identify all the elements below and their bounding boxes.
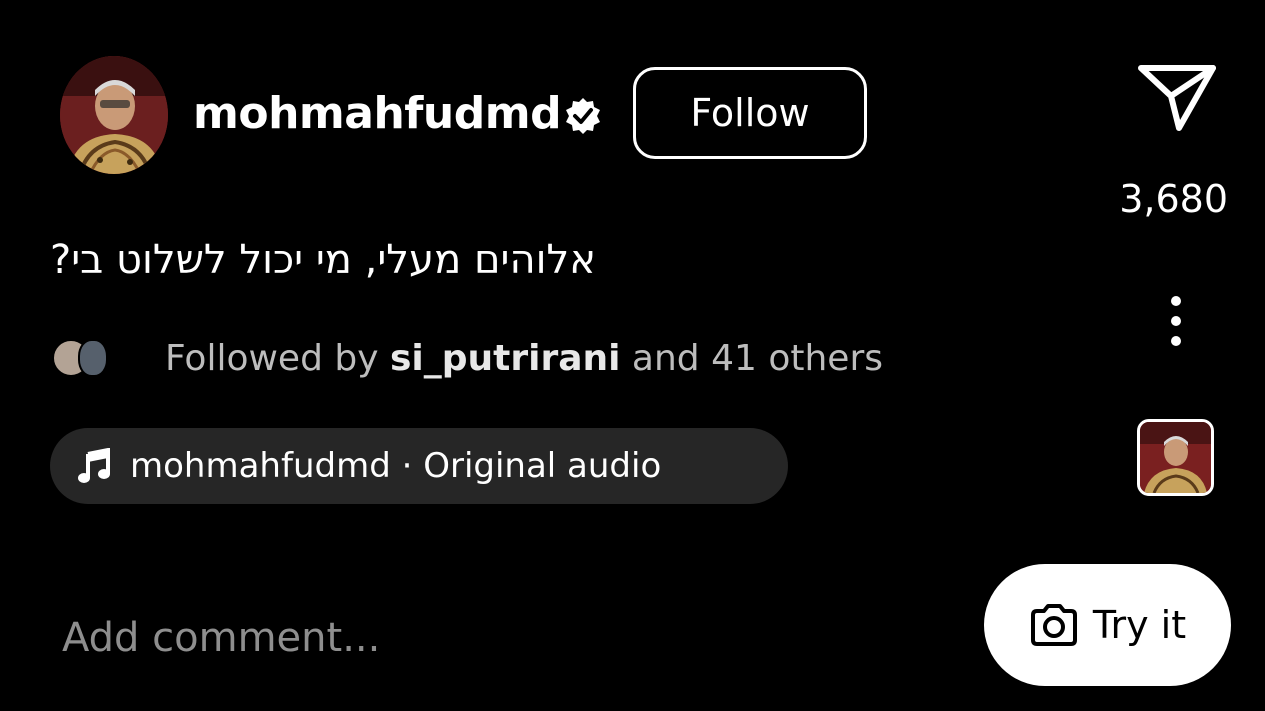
- follower-avatar: [78, 339, 108, 377]
- post-caption: אלוהים מעלי, מי יכול לשלוט בי?: [50, 237, 596, 283]
- followed-by-prefix: Followed by: [165, 338, 379, 379]
- comment-input[interactable]: [62, 606, 662, 670]
- try-it-button[interactable]: Try it: [984, 564, 1231, 686]
- share-count: 3,680: [1119, 177, 1228, 221]
- try-it-label: Try it: [1092, 603, 1187, 647]
- more-vertical-icon[interactable]: [1167, 295, 1185, 347]
- followed-by-text[interactable]: Followed by si_putrirani and 41 others: [165, 334, 883, 384]
- followed-by-name: si_putrirani: [389, 338, 621, 379]
- send-icon[interactable]: [1135, 60, 1219, 134]
- audio-pill[interactable]: mohmahfudmd · Original audio: [50, 428, 788, 504]
- music-note-icon: [78, 448, 110, 483]
- verified-badge-icon: [566, 98, 600, 134]
- followed-by-suffix: and 41 others: [631, 338, 884, 379]
- audio-thumbnail[interactable]: [1137, 419, 1214, 496]
- audio-label: mohmahfudmd · Original audio: [130, 446, 662, 486]
- profile-avatar[interactable]: [60, 56, 168, 174]
- follower-avatars: [52, 339, 112, 379]
- username[interactable]: mohmahfudmd: [193, 84, 562, 144]
- camera-icon: [1030, 604, 1077, 646]
- follow-button[interactable]: Follow: [633, 67, 867, 159]
